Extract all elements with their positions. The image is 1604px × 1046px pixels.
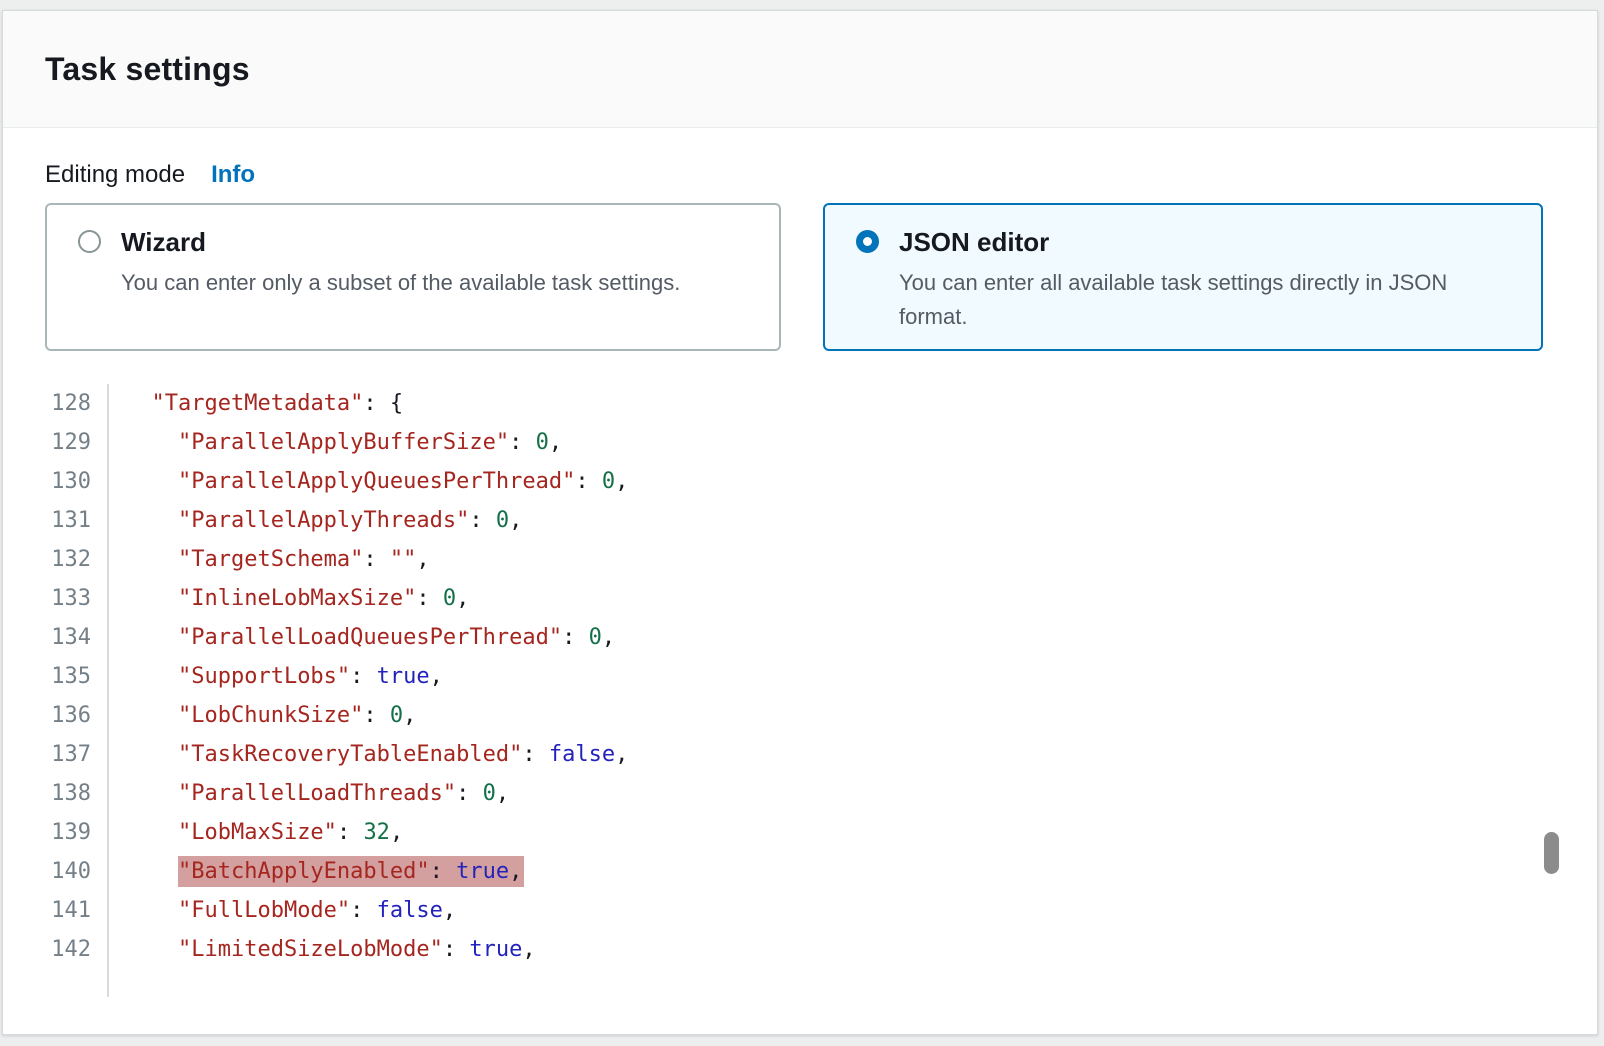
editing-mode-label: Editing mode [45,161,185,189]
code-line-content[interactable]: "FullLobMode": false, [109,891,456,930]
panel-title: Task settings [45,51,250,88]
code-line: 137 "TaskRecoveryTableEnabled": false, [3,735,1597,774]
code-line: 133 "InlineLobMaxSize": 0, [3,579,1597,618]
code-line: 130 "ParallelApplyQueuesPerThread": 0, [3,462,1597,501]
code-line-content[interactable]: "LobMaxSize": 32, [109,813,403,852]
editing-mode-row: Editing mode Info [45,161,1597,189]
task-settings-panel: Task settings Editing mode Info Wizard Y… [2,10,1598,1035]
page-background: { "panel": { "title": "Task settings" },… [0,0,1604,1046]
panel-body: Editing mode Info Wizard You can enter o… [3,128,1597,997]
tile-wizard[interactable]: Wizard You can enter only a subset of th… [45,203,781,351]
code-line-content[interactable]: "LimitedSizeLobMode": true, [109,930,536,969]
line-number: 132 [3,540,109,579]
line-number: 141 [3,891,109,930]
wizard-radio-button[interactable] [78,230,101,253]
code-line: 142 "LimitedSizeLobMode": true, [3,930,1597,969]
line-number: 139 [3,813,109,852]
json-editor-radio-button[interactable] [856,230,879,253]
json-code-editor: 128 "TargetMetadata": {129 "ParallelAppl… [3,384,1597,997]
wizard-title: Wizard [121,227,680,257]
code-line: 138 "ParallelLoadThreads": 0, [3,774,1597,813]
code-line: 128 "TargetMetadata": { [3,384,1597,423]
line-number: 134 [3,618,109,657]
line-number: 131 [3,501,109,540]
tile-json-editor[interactable]: JSON editor You can enter all available … [823,203,1543,351]
line-number: 138 [3,774,109,813]
code-line: 141 "FullLobMode": false, [3,891,1597,930]
code-line-content[interactable]: "ParallelLoadThreads": 0, [109,774,509,813]
line-number: 129 [3,423,109,462]
code-line-content[interactable]: "LobChunkSize": 0, [109,696,416,735]
gutter-spacer [3,969,1597,997]
code-line-content[interactable]: "ParallelApplyQueuesPerThread": 0, [109,462,628,501]
code-line: 139 "LobMaxSize": 32, [3,813,1597,852]
json-editor-title: JSON editor [899,227,1515,257]
code-line-content[interactable]: "InlineLobMaxSize": 0, [109,579,469,618]
line-number: 128 [3,384,109,423]
line-number: 137 [3,735,109,774]
code-line: 135 "SupportLobs": true, [3,657,1597,696]
code-lines: 128 "TargetMetadata": {129 "ParallelAppl… [3,384,1597,997]
code-line-content[interactable]: "SupportLobs": true, [109,657,443,696]
json-editor-description: You can enter all available task setting… [899,266,1515,334]
line-number: 133 [3,579,109,618]
code-line: 134 "ParallelLoadQueuesPerThread": 0, [3,618,1597,657]
editing-mode-tiles: Wizard You can enter only a subset of th… [45,203,1597,351]
code-line-content[interactable]: "TargetMetadata": { [109,384,403,423]
code-line-content[interactable]: "ParallelLoadQueuesPerThread": 0, [109,618,615,657]
code-line: 136 "LobChunkSize": 0, [3,696,1597,735]
line-number: 135 [3,657,109,696]
wizard-tile-text: Wizard You can enter only a subset of th… [121,227,680,300]
code-line-content[interactable]: "TargetSchema": "", [109,540,430,579]
code-line-content[interactable]: "BatchApplyEnabled": true, [109,852,524,891]
scrollbar-thumb[interactable] [1544,832,1559,874]
code-line: 131 "ParallelApplyThreads": 0, [3,501,1597,540]
code-line-content[interactable]: "TaskRecoveryTableEnabled": false, [109,735,628,774]
code-line-content[interactable]: "ParallelApplyBufferSize": 0, [109,423,562,462]
panel-header: Task settings [3,11,1597,128]
line-number: 130 [3,462,109,501]
code-line-content[interactable]: "ParallelApplyThreads": 0, [109,501,522,540]
highlighted-code: "BatchApplyEnabled": true, [178,856,524,887]
line-number: 136 [3,696,109,735]
json-editor-tile-text: JSON editor You can enter all available … [899,227,1515,334]
gutter-spacer-cell [3,969,109,997]
code-line: 132 "TargetSchema": "", [3,540,1597,579]
line-number: 140 [3,852,109,891]
line-number: 142 [3,930,109,969]
info-link[interactable]: Info [211,161,255,189]
code-line: 140 "BatchApplyEnabled": true, [3,852,1597,891]
code-line: 129 "ParallelApplyBufferSize": 0, [3,423,1597,462]
wizard-description: You can enter only a subset of the avail… [121,266,680,300]
